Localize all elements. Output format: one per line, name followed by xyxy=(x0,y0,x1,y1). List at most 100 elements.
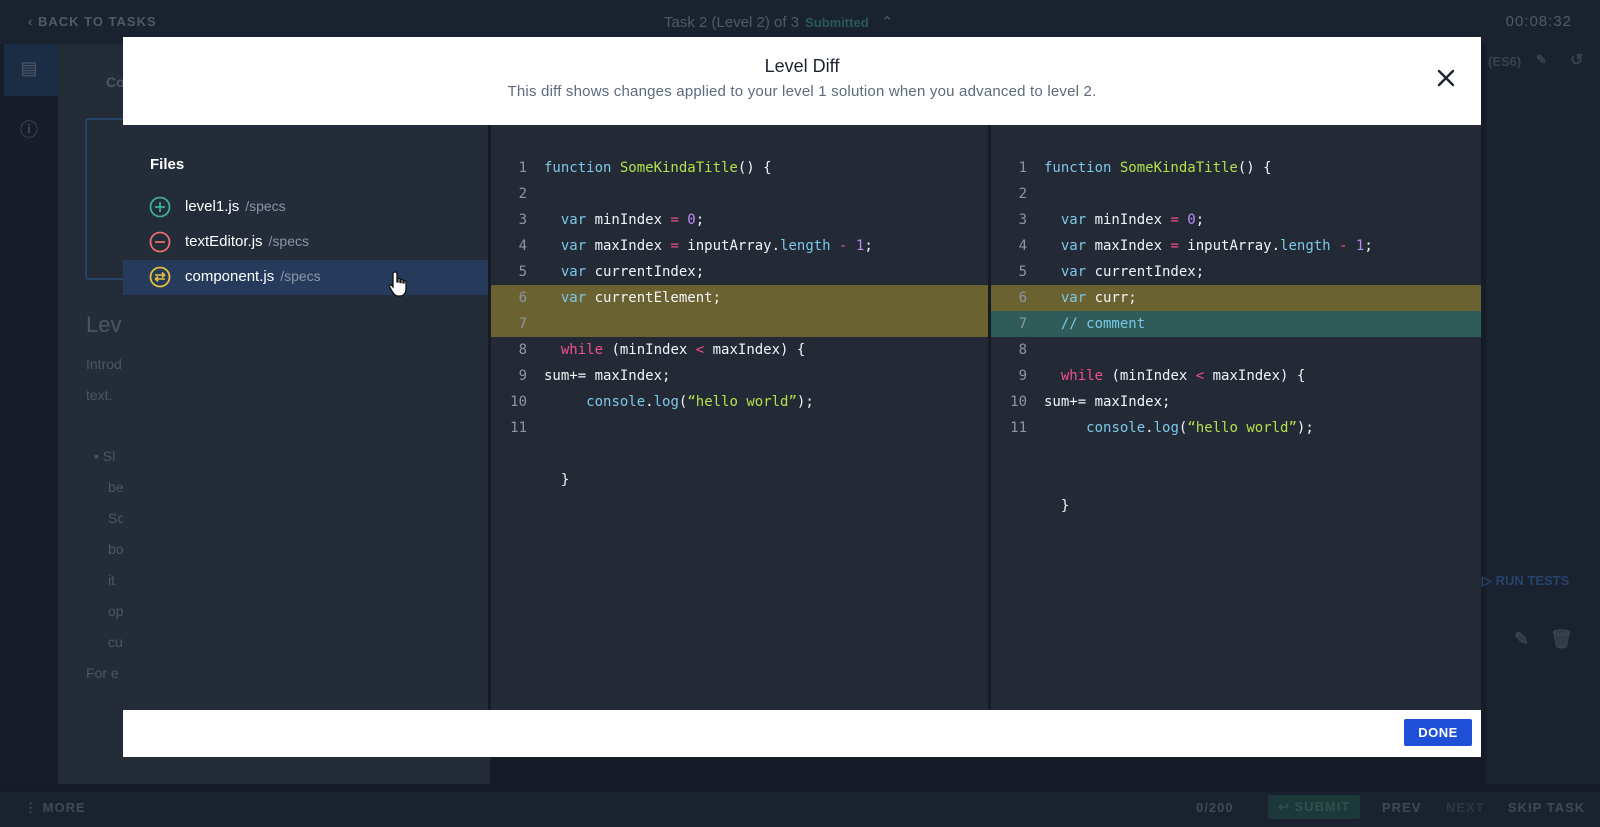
close-button[interactable] xyxy=(1431,63,1461,93)
code-line: 8 xyxy=(991,337,1481,363)
plus-circle-icon xyxy=(149,196,171,218)
code-token: var xyxy=(560,290,595,306)
file-path: /specs xyxy=(268,233,310,249)
modal-title: Level Diff xyxy=(764,56,840,76)
line-number: 8 xyxy=(518,342,527,358)
code-line: 4 var maxIndex = inputArray.length - 1; xyxy=(491,233,988,259)
code-line: 11 xyxy=(491,415,988,441)
code-token: var xyxy=(1060,290,1095,306)
line-number: 7 xyxy=(518,316,527,332)
done-button[interactable]: DONE xyxy=(1404,719,1472,746)
code-token: () { xyxy=(737,160,772,176)
modal-body: Files level1.js/specs textEditor.js/spec… xyxy=(123,125,1481,710)
line-number: 10 xyxy=(1010,394,1027,410)
code-line: } xyxy=(491,467,988,493)
code-token: var xyxy=(560,238,595,254)
code-token: ; xyxy=(695,212,705,228)
modal-footer: DONE xyxy=(123,710,1481,757)
code-token: var xyxy=(1060,212,1095,228)
line-number: 2 xyxy=(518,186,527,202)
code-token: curr; xyxy=(1094,290,1137,306)
code-token: currentIndex; xyxy=(594,264,705,280)
code-token: inputArray. xyxy=(1178,238,1281,254)
code-token: var xyxy=(560,212,595,228)
code-token: “hello world” xyxy=(687,394,797,410)
line-number: 11 xyxy=(510,420,527,436)
code-token: ; xyxy=(864,238,873,254)
code-line: 8 while (minIndex < maxIndex) { xyxy=(491,337,988,363)
file-path: /specs xyxy=(280,268,321,284)
code-token: SomeKindaTitle xyxy=(619,160,738,176)
file-row-texteditor[interactable]: textEditor.js/specs xyxy=(123,225,488,260)
code-token: sum+= maxIndex; xyxy=(544,368,671,384)
code-token: < xyxy=(1195,368,1205,384)
line-number: 2 xyxy=(1018,186,1027,202)
code-line: 10 console.log(“hello world”); xyxy=(491,389,988,415)
code-token: currentElement; xyxy=(594,290,722,306)
line-number: 11 xyxy=(1010,420,1027,436)
code-token: (minIndex xyxy=(611,342,696,358)
level-diff-modal: Level Diff This diff shows changes appli… xyxy=(123,37,1481,757)
code-token: sum+= maxIndex; xyxy=(1044,394,1171,410)
file-name: component.js xyxy=(185,268,275,285)
code-token: } xyxy=(544,472,570,488)
code-token: SomeKindaTitle xyxy=(1119,160,1238,176)
line-number: 4 xyxy=(518,238,527,254)
code-token: = xyxy=(670,238,679,254)
code-token: log xyxy=(653,394,679,410)
file-row-level1[interactable]: level1.js/specs xyxy=(123,190,488,225)
code-token: // comment xyxy=(1060,316,1146,332)
diff-pane-after: 1 function SomeKindaTitle() { 2 3 var minIn… xyxy=(991,125,1481,710)
code-token: maxIndex xyxy=(594,238,671,254)
file-path: /specs xyxy=(245,198,286,214)
code-token: = xyxy=(1170,238,1179,254)
code-token: 0 xyxy=(1178,212,1196,228)
code-line: 11 console.log(“hello world”); xyxy=(991,415,1481,441)
code-token: 1 xyxy=(1347,238,1365,254)
file-row-component[interactable]: component.js/specs xyxy=(123,260,488,295)
code-token: “hello world” xyxy=(1187,420,1297,436)
line-number: 3 xyxy=(1018,212,1027,228)
code-token: console xyxy=(586,394,646,410)
modal-header: Level Diff This diff shows changes appli… xyxy=(123,37,1481,125)
code-token: (minIndex xyxy=(1111,368,1196,384)
code-line: 2 xyxy=(491,181,988,207)
line-number: 3 xyxy=(518,212,527,228)
code-line: 6 var currentElement; xyxy=(491,285,988,311)
code-token: ; xyxy=(1195,212,1205,228)
code-token: . xyxy=(1145,420,1154,436)
code-token: 0 xyxy=(678,212,696,228)
code-token: () { xyxy=(1237,160,1272,176)
code-line: 2 xyxy=(991,181,1481,207)
code-token: - xyxy=(1330,238,1348,254)
code-token: < xyxy=(695,342,705,358)
code-token: function xyxy=(544,160,620,176)
code-line: 1 function SomeKindaTitle() { xyxy=(991,155,1481,181)
code-token: } xyxy=(1044,498,1070,514)
line-number: 5 xyxy=(518,264,527,280)
line-number: 1 xyxy=(1018,160,1027,176)
code-line: 7 xyxy=(491,311,988,337)
code-token: ; xyxy=(1364,238,1373,254)
code-line: 3 var minIndex = 0; xyxy=(491,207,988,233)
code-line: 9 while (minIndex < maxIndex) { xyxy=(991,363,1481,389)
line-number: 4 xyxy=(1018,238,1027,254)
code-token: = xyxy=(670,212,679,228)
code-token: maxIndex xyxy=(1094,238,1171,254)
code-token: minIndex xyxy=(1094,212,1171,228)
line-number: 7 xyxy=(1018,316,1027,332)
code-token: length xyxy=(780,238,831,254)
line-number: 9 xyxy=(1018,368,1027,384)
